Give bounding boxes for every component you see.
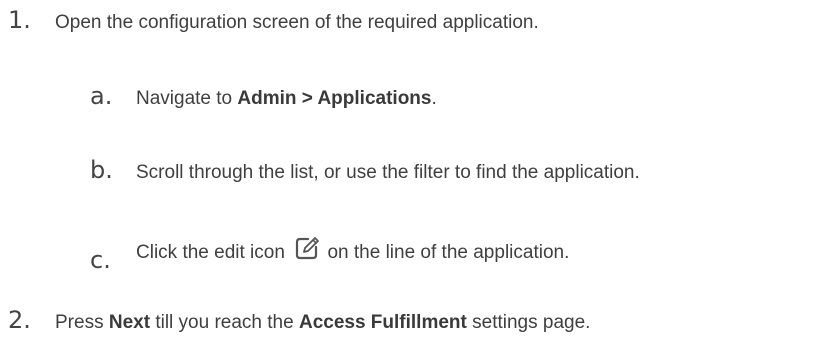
step-number: 1. bbox=[8, 6, 31, 34]
step-text: Press Next till you reach the Access Ful… bbox=[55, 312, 590, 334]
text-after: settings page. bbox=[466, 312, 591, 333]
menu-path: Admin > Applications bbox=[237, 88, 432, 109]
step-2: 2. Press Next till you reach the Access … bbox=[8, 306, 590, 334]
next-label: Next bbox=[108, 312, 151, 333]
substep-c: c. Click the edit icon on the line of th… bbox=[90, 232, 569, 274]
substep-letter: b. bbox=[90, 156, 113, 184]
substep-b: b. Scroll through the list, or use the f… bbox=[90, 156, 640, 184]
text-before: Press bbox=[55, 312, 109, 333]
substep-text: Scroll through the list, or use the filt… bbox=[136, 162, 640, 183]
text-after: . bbox=[431, 88, 437, 109]
substep-text: Click the edit icon on the line of the a… bbox=[136, 232, 569, 264]
text-before: Click the edit icon bbox=[136, 242, 291, 263]
step-text: Open the configuration screen of the req… bbox=[55, 12, 539, 33]
step-number: 2. bbox=[8, 306, 31, 334]
text-after: on the line of the application. bbox=[322, 242, 570, 263]
substep-letter: a. bbox=[90, 82, 113, 110]
substep-text: Navigate to Admin > Applications. bbox=[136, 88, 437, 110]
text-before: Navigate to bbox=[136, 88, 238, 109]
substep-a: a. Navigate to Admin > Applications. bbox=[90, 82, 437, 110]
step-1: 1. Open the configuration screen of the … bbox=[8, 6, 539, 34]
page-name: Access Fulfillment bbox=[298, 312, 467, 333]
substep-letter: c. bbox=[90, 246, 111, 274]
text-middle: till you reach the bbox=[150, 312, 299, 333]
edit-icon bbox=[294, 235, 320, 261]
